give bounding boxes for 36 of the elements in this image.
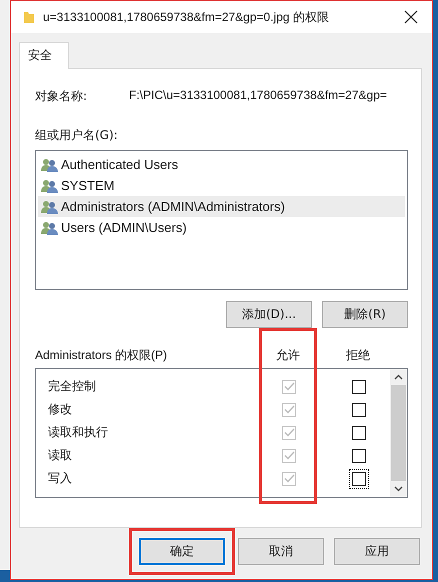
group-item[interactable]: Administrators (ADMIN\Administrators) bbox=[38, 196, 405, 217]
scrollbar[interactable] bbox=[390, 369, 407, 497]
dialog-button[interactable]: 应用 bbox=[334, 538, 420, 565]
tab[interactable]: 安全 bbox=[19, 42, 69, 69]
dialog-button[interactable]: 取消 bbox=[238, 538, 324, 565]
deny-checkbox[interactable] bbox=[352, 472, 366, 486]
deny-checkbox[interactable] bbox=[352, 402, 366, 416]
users-icon bbox=[41, 158, 58, 172]
allow-header: 允许 bbox=[275, 346, 301, 364]
permission-name: 读取和执行 bbox=[47, 424, 109, 441]
group-button[interactable]: 删除(R) bbox=[322, 301, 408, 328]
scroll-down-icon[interactable] bbox=[394, 486, 403, 492]
permission-name: 写入 bbox=[47, 470, 73, 487]
group-item[interactable]: SYSTEM bbox=[38, 175, 405, 196]
permission-name: 修改 bbox=[47, 401, 73, 418]
permission-name: 完全控制 bbox=[47, 378, 97, 395]
scroll-up-icon[interactable] bbox=[394, 374, 403, 380]
object-name-label: 对象名称: bbox=[35, 88, 88, 105]
permission-name: 读取 bbox=[47, 447, 73, 464]
window-title: u=3133100081,1780659738&fm=27&gp=0.jpg 的权限 bbox=[43, 8, 330, 26]
deny-header: 拒绝 bbox=[345, 346, 371, 364]
group-item[interactable]: Authenticated Users bbox=[38, 154, 405, 175]
close-icon[interactable] bbox=[404, 10, 418, 24]
group-button[interactable]: 添加(D)... bbox=[226, 301, 312, 328]
deny-checkbox[interactable] bbox=[352, 448, 366, 462]
dialog-button[interactable]: 确定 bbox=[139, 538, 225, 565]
users-icon bbox=[41, 220, 58, 234]
deny-checkbox[interactable] bbox=[352, 380, 366, 394]
users-icon bbox=[41, 200, 58, 214]
deny-checkbox[interactable] bbox=[352, 426, 366, 440]
object-name-value: F:\PIC\u=3133100081,1780659738&fm=27&gp= bbox=[129, 88, 387, 104]
group-label: 组或用户名(G): bbox=[35, 127, 119, 144]
users-icon bbox=[41, 178, 58, 192]
permissions-label: Administrators 的权限(P) bbox=[35, 346, 168, 364]
group-item[interactable]: Users (ADMIN\Users) bbox=[38, 217, 405, 238]
folder-icon bbox=[23, 10, 35, 24]
